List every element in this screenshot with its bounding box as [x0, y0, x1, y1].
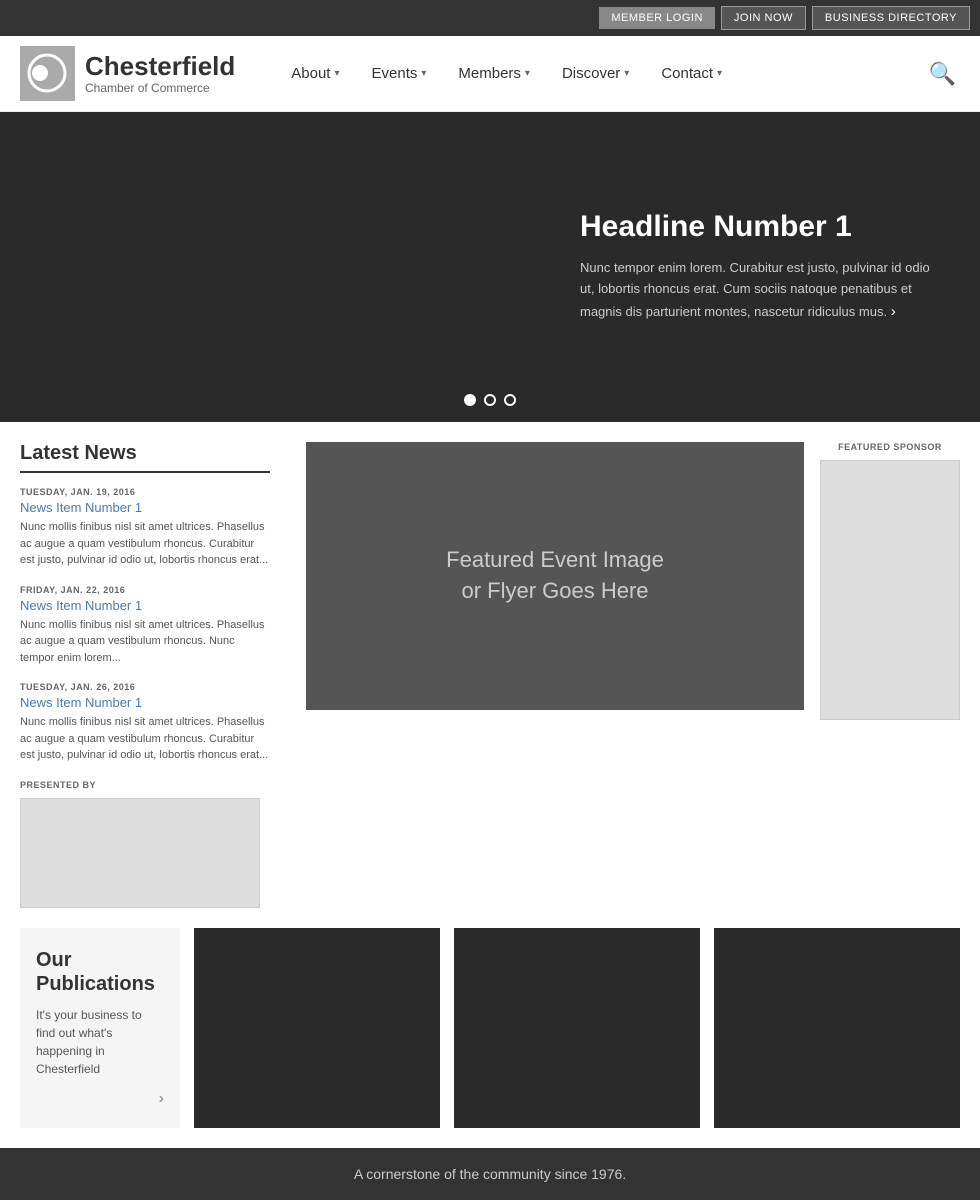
main-content: Latest News TUESDAY, JAN. 19, 2016 News …	[0, 422, 980, 928]
featured-event-text-line1: Featured Event Image	[446, 545, 664, 576]
footer-text: A cornerstone of the community since 197…	[354, 1166, 626, 1182]
hero-title: Headline Number 1	[580, 210, 940, 244]
nav-item-contact[interactable]: Contact ▾	[645, 57, 738, 90]
search-icon: 🔍	[929, 61, 956, 86]
search-button[interactable]: 🔍	[925, 57, 960, 91]
chevron-down-icon: ▾	[624, 68, 629, 79]
slider-dots	[464, 394, 516, 406]
main-nav: About ▾ Events ▾ Members ▾ Discover ▾ Co…	[275, 57, 924, 90]
slider-dot-1[interactable]	[464, 394, 476, 406]
news-item-title[interactable]: News Item Number 1	[20, 695, 270, 710]
publications-title: Our Publications	[36, 948, 164, 996]
news-section-title: Latest News	[20, 442, 270, 473]
nav-item-events[interactable]: Events ▾	[356, 57, 443, 90]
news-item-text: Nunc mollis finibus nisl sit amet ultric…	[20, 714, 270, 764]
slider-dot-3[interactable]	[504, 394, 516, 406]
bottom-row: Our Publications It's your business to f…	[0, 928, 980, 1148]
hero-description: Nunc tempor enim lorem. Curabitur est ju…	[580, 258, 940, 324]
footer: A cornerstone of the community since 197…	[0, 1148, 980, 1200]
publications-desc: It's your business to find out what's ha…	[36, 1006, 164, 1078]
news-date: TUESDAY, JAN. 26, 2016	[20, 682, 270, 692]
publication-image-2[interactable]	[454, 928, 700, 1128]
featured-sponsor-label: FEATURED SPONSOR	[820, 442, 960, 452]
news-item: FRIDAY, JAN. 22, 2016 News Item Number 1…	[20, 585, 270, 667]
publication-image-3[interactable]	[714, 928, 960, 1128]
chevron-down-icon: ▾	[421, 68, 426, 79]
publications-card: Our Publications It's your business to f…	[20, 928, 180, 1128]
publications-arrow[interactable]: ›	[36, 1090, 164, 1108]
hero-content: Headline Number 1 Nunc tempor enim lorem…	[560, 180, 980, 354]
chevron-down-icon: ▾	[334, 68, 339, 79]
news-date: FRIDAY, JAN. 22, 2016	[20, 585, 270, 595]
featured-event-section: Featured Event Image or Flyer Goes Here	[290, 442, 820, 908]
news-section: Latest News TUESDAY, JAN. 19, 2016 News …	[20, 442, 290, 908]
nav-item-about[interactable]: About ▾	[275, 57, 355, 90]
presented-by-label: PRESENTED BY	[20, 780, 270, 790]
news-date: TUESDAY, JAN. 19, 2016	[20, 487, 270, 497]
news-item: TUESDAY, JAN. 19, 2016 News Item Number …	[20, 487, 270, 569]
logo-name: Chesterfield	[85, 52, 235, 81]
logo-text: Chesterfield Chamber of Commerce	[85, 52, 235, 95]
sponsor-image-wide	[20, 798, 260, 908]
logo-sub: Chamber of Commerce	[85, 81, 235, 95]
business-directory-button[interactable]: BUSINESS DIRECTORY	[812, 6, 970, 30]
logo-icon	[20, 46, 75, 101]
featured-event-box[interactable]: Featured Event Image or Flyer Goes Here	[306, 442, 804, 710]
slider-dot-2[interactable]	[484, 394, 496, 406]
news-item-text: Nunc mollis finibus nisl sit amet ultric…	[20, 519, 270, 569]
sponsor-image	[820, 460, 960, 720]
featured-event-text-line2: or Flyer Goes Here	[461, 576, 648, 607]
nav-item-members[interactable]: Members ▾	[442, 57, 546, 90]
member-login-button[interactable]: MEMBER LOGIN	[599, 7, 715, 29]
news-item-title[interactable]: News Item Number 1	[20, 500, 270, 515]
top-bar: MEMBER LOGIN JOIN NOW BUSINESS DIRECTORY	[0, 0, 980, 36]
nav-item-discover[interactable]: Discover ▾	[546, 57, 645, 90]
header: Chesterfield Chamber of Commerce About ▾…	[0, 36, 980, 112]
news-item: TUESDAY, JAN. 26, 2016 News Item Number …	[20, 682, 270, 764]
news-item-title[interactable]: News Item Number 1	[20, 598, 270, 613]
read-more-arrow[interactable]: ›	[891, 303, 896, 320]
logo-area[interactable]: Chesterfield Chamber of Commerce	[20, 46, 235, 101]
publication-image-1[interactable]	[194, 928, 440, 1128]
chevron-down-icon: ▾	[717, 68, 722, 79]
chevron-down-icon: ▾	[525, 68, 530, 79]
sponsor-section: FEATURED SPONSOR	[820, 442, 960, 908]
join-now-button[interactable]: JOIN NOW	[721, 6, 806, 30]
hero-slider: Headline Number 1 Nunc tempor enim lorem…	[0, 112, 980, 422]
news-item-text: Nunc mollis finibus nisl sit amet ultric…	[20, 617, 270, 667]
